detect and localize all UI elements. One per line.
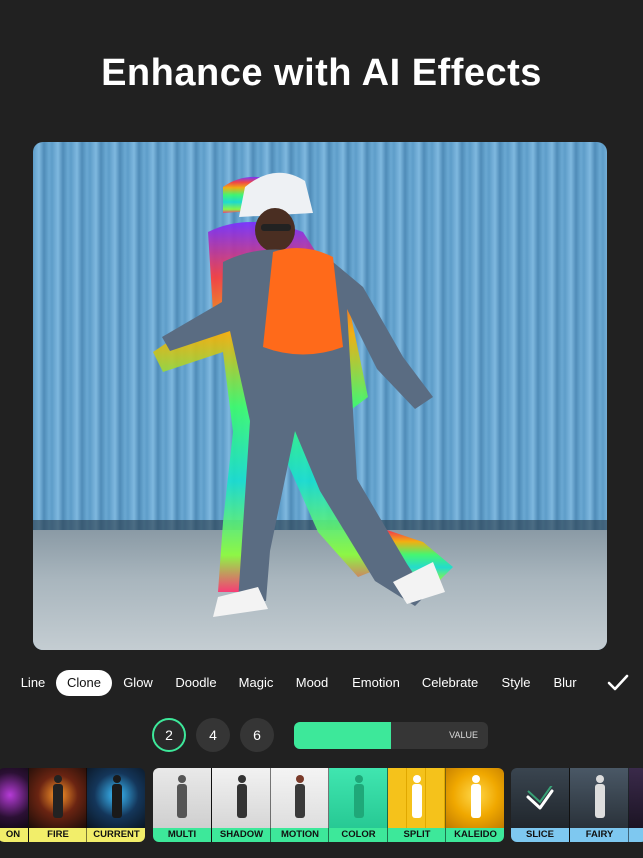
thumbnail-split[interactable]: SPLIT xyxy=(387,768,446,842)
thumbnail-group-more: SLICE FAIRY xyxy=(511,768,643,842)
headline: Enhance with AI Effects xyxy=(101,52,542,94)
tab-doodle[interactable]: Doodle xyxy=(170,670,222,696)
thumbnail-color[interactable]: COLOR xyxy=(328,768,388,842)
person-icon xyxy=(111,775,122,818)
thumbnail-caption: SLICE xyxy=(511,828,569,842)
tab-emotion[interactable]: Emotion xyxy=(347,670,405,696)
clone-count-4[interactable]: 4 xyxy=(196,718,230,752)
slider-fill xyxy=(294,722,391,749)
clone-count-2[interactable]: 2 xyxy=(152,718,186,752)
thumbnail-group-clone: MULTI SHADOW MOTION COLOR SPLIT KALEIDO xyxy=(153,768,504,842)
thumbnail-slice[interactable]: SLICE xyxy=(511,768,569,842)
person-icon xyxy=(412,775,422,818)
thumbnail-caption: MOTION xyxy=(271,828,329,842)
person-icon xyxy=(236,775,247,818)
tab-blur[interactable]: Blur xyxy=(548,670,582,696)
selected-check-icon xyxy=(526,786,554,810)
thumbnail-on[interactable]: ON xyxy=(0,768,28,842)
person-icon xyxy=(353,775,364,818)
tab-clone[interactable]: Clone xyxy=(56,670,112,696)
thumbnail-fire[interactable]: FIRE xyxy=(28,768,87,842)
thumbnail-multi[interactable]: MULTI xyxy=(153,768,211,842)
tab-mood[interactable]: Mood xyxy=(291,670,333,696)
thumbnail-caption: CURRENT xyxy=(87,828,145,842)
thumbnail-shadow[interactable]: SHADOW xyxy=(211,768,271,842)
person-clone-effect xyxy=(153,172,453,617)
preview-photo xyxy=(33,142,607,650)
person-icon xyxy=(295,775,305,818)
thumbnail-caption: FIRE xyxy=(29,828,87,842)
tab-magic[interactable]: Magic xyxy=(233,670,279,696)
slider-label: VALUE xyxy=(449,730,478,740)
tab-style[interactable]: Style xyxy=(496,670,536,696)
thumbnail-caption: MULTI xyxy=(153,828,211,842)
thumbnail-caption: SPLIT xyxy=(388,828,446,842)
thumbnail-caption: ON xyxy=(0,828,28,842)
tab-line[interactable]: Line xyxy=(14,670,52,696)
clone-count-6[interactable]: 6 xyxy=(240,718,274,752)
confirm-check-icon[interactable] xyxy=(606,673,630,693)
person-icon xyxy=(177,775,187,818)
effect-tabs: Line Clone Glow Doodle Magic Mood Emotio… xyxy=(0,670,643,696)
value-slider[interactable]: VALUE xyxy=(294,722,488,749)
person-icon xyxy=(594,775,605,818)
effect-thumbnails: ON FIRE CURRENT MULTI SHADOW MOTION COLO… xyxy=(0,768,643,842)
thumbnail-caption: COLOR xyxy=(329,828,388,842)
thumbnail-current[interactable]: CURRENT xyxy=(86,768,145,842)
thumbnail-motion[interactable]: MOTION xyxy=(270,768,329,842)
thumbnail-caption: KALEIDO xyxy=(446,828,504,842)
tab-glow[interactable]: Glow xyxy=(118,670,158,696)
tab-celebrate[interactable]: Celebrate xyxy=(418,670,482,696)
thumbnail-next-partial[interactable] xyxy=(628,768,643,842)
thumbnail-caption: FAIRY xyxy=(570,828,629,842)
thumbnail-fairy[interactable]: FAIRY xyxy=(569,768,629,842)
thumbnail-group-glow: ON FIRE CURRENT xyxy=(0,768,145,842)
thumbnail-kaleido[interactable]: KALEIDO xyxy=(445,768,504,842)
thumbnail-caption: SHADOW xyxy=(212,828,271,842)
person-icon xyxy=(470,775,481,818)
person-icon xyxy=(53,775,63,818)
